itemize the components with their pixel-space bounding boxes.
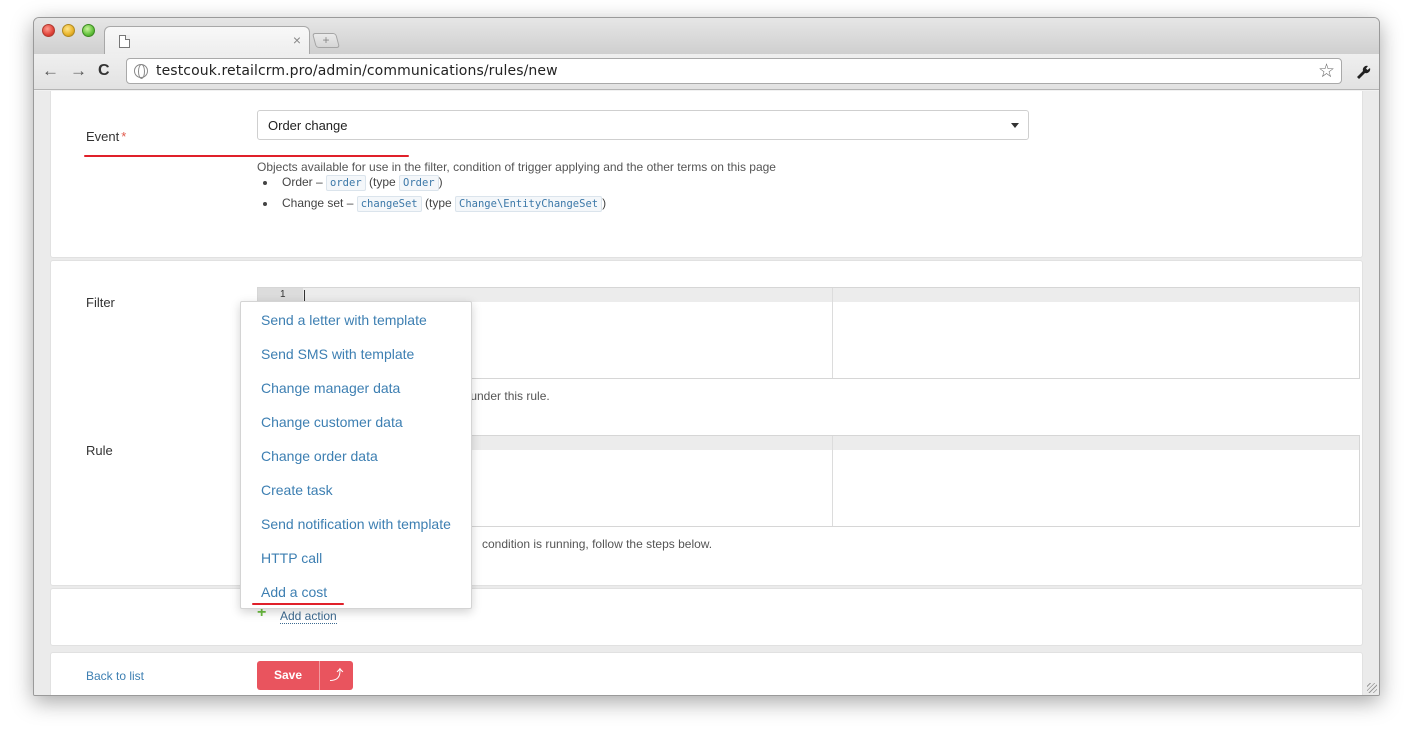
chevron-down-icon bbox=[1011, 123, 1019, 128]
forward-arrow-icon[interactable]: → bbox=[70, 61, 87, 81]
menu-item-send-notification[interactable]: Send notification with template bbox=[261, 516, 451, 532]
event-select[interactable]: Order change bbox=[257, 110, 1029, 140]
annotation-underline bbox=[84, 155, 409, 157]
menu-item-create-task[interactable]: Create task bbox=[261, 482, 333, 498]
required-mark: * bbox=[121, 129, 127, 144]
menu-item-change-manager-data[interactable]: Change manager data bbox=[261, 380, 400, 396]
editor-split bbox=[832, 436, 833, 526]
browser-toolbar: ← → C testcouk.retailcrm.pro/admin/commu… bbox=[34, 54, 1379, 90]
globe-icon bbox=[134, 64, 148, 79]
menu-item-add-a-cost[interactable]: Add a cost bbox=[261, 584, 327, 600]
page-icon bbox=[119, 35, 130, 48]
annotation-underline bbox=[252, 603, 344, 605]
list-item: Order – order (type Order) bbox=[257, 173, 606, 194]
minimize-window-button[interactable] bbox=[62, 24, 75, 37]
close-window-button[interactable] bbox=[42, 24, 55, 37]
event-panel: Event * Order change Objects available fo… bbox=[50, 91, 1363, 258]
new-tab-button[interactable]: + bbox=[311, 33, 341, 48]
editor-split bbox=[832, 288, 833, 378]
rule-label: Rule bbox=[86, 443, 113, 458]
rule-help-text: condition is running, follow the steps b… bbox=[482, 537, 713, 551]
actions-dropdown: Send a letter with template Send SMS wit… bbox=[240, 301, 472, 609]
back-arrow-icon[interactable]: ← bbox=[42, 61, 59, 81]
footer-panel: Back to list Save ⤴ bbox=[50, 652, 1363, 695]
event-help-text: Objects available for use in the filter,… bbox=[257, 160, 776, 174]
line-number: 1 bbox=[280, 289, 286, 300]
arrow-up-icon: ⤴ bbox=[329, 667, 344, 683]
event-select-value: Order change bbox=[268, 118, 348, 133]
event-label: Event * bbox=[86, 129, 127, 144]
menu-item-send-sms[interactable]: Send SMS with template bbox=[261, 346, 414, 362]
address-bar[interactable]: testcouk.retailcrm.pro/admin/communicati… bbox=[126, 58, 1342, 84]
list-item: Change set – changeSet (type Change\Enti… bbox=[257, 194, 606, 215]
tab-close-icon[interactable]: × bbox=[293, 32, 301, 48]
resize-grip[interactable] bbox=[1367, 683, 1377, 693]
menu-item-send-letter[interactable]: Send a letter with template bbox=[261, 312, 427, 328]
page-content: Event * Order change Objects available fo… bbox=[34, 91, 1379, 695]
menu-item-change-customer-data[interactable]: Change customer data bbox=[261, 414, 403, 430]
save-button[interactable]: Save bbox=[257, 661, 319, 690]
browser-tab[interactable]: × bbox=[104, 26, 310, 54]
filter-label: Filter bbox=[86, 295, 115, 310]
menu-item-change-order-data[interactable]: Change order data bbox=[261, 448, 378, 464]
editor-header bbox=[258, 288, 1359, 302]
url-text[interactable]: testcouk.retailcrm.pro/admin/communicati… bbox=[156, 63, 558, 79]
filter-help-text: s under this rule. bbox=[461, 389, 550, 403]
object-list: Order – order (type Order) Change set – … bbox=[257, 173, 606, 215]
zoom-window-button[interactable] bbox=[82, 24, 95, 37]
add-action-link[interactable]: Add action bbox=[280, 609, 337, 624]
reload-icon[interactable]: C bbox=[98, 62, 110, 80]
browser-window: × + ← → C testcouk.retailcrm.pro/admin/c… bbox=[33, 17, 1380, 696]
text-cursor bbox=[304, 290, 305, 301]
wrench-icon[interactable] bbox=[1355, 64, 1371, 80]
bookmark-star-icon[interactable]: ☆ bbox=[1318, 60, 1335, 83]
menu-item-http-call[interactable]: HTTP call bbox=[261, 550, 322, 566]
back-to-list-link[interactable]: Back to list bbox=[86, 669, 144, 683]
plus-icon: + bbox=[322, 33, 330, 47]
save-and-exit-button[interactable]: ⤴ bbox=[319, 661, 353, 690]
title-bar: × + bbox=[34, 18, 1379, 54]
